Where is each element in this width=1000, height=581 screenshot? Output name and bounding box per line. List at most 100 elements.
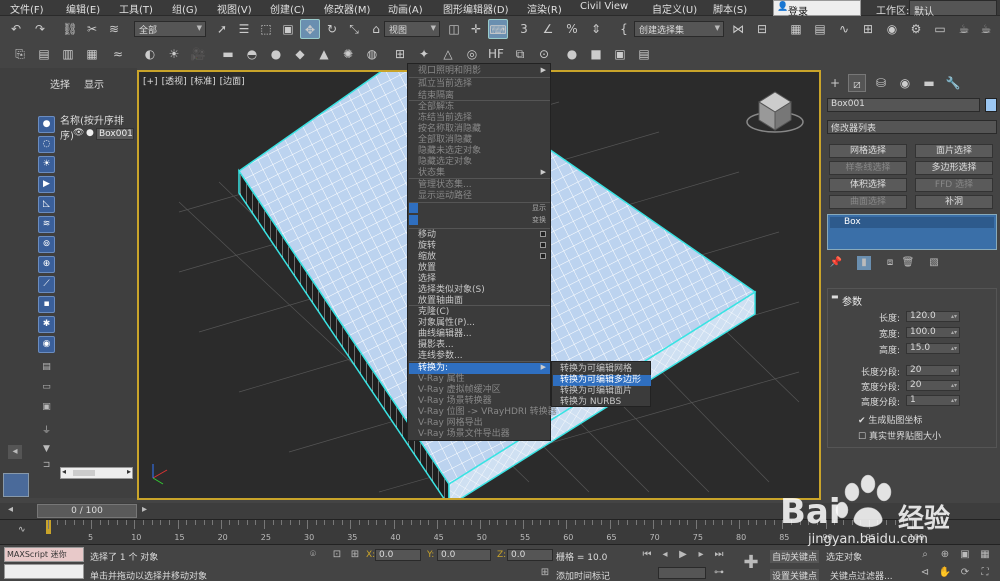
select-by-name-icon[interactable]: ☰	[234, 19, 254, 39]
vray-cube-icon[interactable]: ■	[586, 44, 606, 64]
key-filters-button[interactable]: 关键点过滤器...	[830, 569, 893, 581]
xref-filter-icon[interactable]: ⊕	[38, 256, 55, 273]
selection-lock-icon[interactable]: ⊡	[330, 548, 344, 562]
vray-material-icon[interactable]: ⊙	[534, 44, 554, 64]
generate-mapping-checkbox[interactable]: ✔ 生成贴图坐标	[858, 413, 922, 426]
modifier-button[interactable]: FFD 选择	[915, 178, 993, 192]
spinner-snap-icon[interactable]: ⇕	[586, 19, 606, 39]
width-spinner[interactable]: 100.0	[906, 327, 960, 338]
context-menu-item[interactable]: 隐藏未选定对象	[418, 146, 481, 157]
context-menu-item[interactable]: 状态集	[418, 168, 445, 179]
object-name-field[interactable]: Box001	[827, 98, 980, 112]
hf-icon[interactable]: HF	[486, 44, 506, 64]
play-icon[interactable]: ▶	[676, 548, 690, 562]
menu-create[interactable]: 创建(C)	[270, 1, 305, 16]
material-editor-icon[interactable]: ◉	[882, 19, 902, 39]
isolate-selection-icon[interactable]: ⌾	[306, 548, 320, 562]
menu-file[interactable]: 文件(F)	[10, 1, 44, 16]
context-menu-item[interactable]: 隐藏选定对象	[418, 157, 472, 168]
render-iterative-icon[interactable]: ☕	[976, 19, 996, 39]
pan-icon[interactable]: ✋	[938, 566, 952, 580]
menu-scripting[interactable]: 脚本(S)	[713, 1, 747, 16]
ies-light-icon[interactable]: ◍	[362, 44, 382, 64]
visibility-filter-icon[interactable]: ◉	[38, 336, 55, 353]
keyboard-shortcut-icon[interactable]: ⌨	[488, 19, 508, 39]
add-time-tag[interactable]: 添加时间标记	[556, 569, 610, 581]
list-invert-icon[interactable]: ▣	[38, 400, 55, 417]
helper-filter-icon[interactable]: ◺	[38, 196, 55, 213]
vray-sphere-icon[interactable]: ◎	[462, 44, 482, 64]
context-menu-item[interactable]: 管理状态集...	[418, 180, 472, 191]
bind-spacewarp-icon[interactable]: ≋	[104, 19, 124, 39]
context-menu-item[interactable]: 放置轴曲面	[418, 296, 463, 307]
x-coord-field[interactable]: 0.0	[375, 549, 421, 561]
save-icon[interactable]: ▤	[34, 44, 54, 64]
selected-dropdown[interactable]: 选定对象	[826, 550, 862, 563]
parameters-header[interactable]: 参数	[842, 293, 862, 308]
submenu-item[interactable]: 转换为可编辑面片	[560, 386, 632, 397]
display-layout-icon[interactable]: ▦	[82, 44, 102, 64]
percent-snap-icon[interactable]: %	[562, 19, 582, 39]
redo-icon[interactable]: ↷	[30, 19, 50, 39]
login-dropdown[interactable]: 👤 登录	[773, 0, 861, 18]
go-to-start-icon[interactable]: ⏮	[640, 548, 654, 562]
select-rotate-icon[interactable]: ↻	[322, 19, 342, 39]
hierarchy-tab-icon[interactable]: ⛁	[872, 74, 890, 92]
menu-modifiers[interactable]: 修改器(M)	[324, 1, 370, 16]
unlink-icon[interactable]: ✂	[82, 19, 102, 39]
pin-stack-icon[interactable]: 📌	[829, 256, 843, 270]
current-frame-field[interactable]	[658, 567, 706, 579]
context-menu-item[interactable]: 缩放	[418, 252, 436, 263]
angle-snap-icon[interactable]: ∠	[538, 19, 558, 39]
modifier-button[interactable]: 面片选择	[915, 144, 993, 158]
context-menu-item[interactable]: 结束隔离	[418, 91, 454, 102]
context-menu-item[interactable]: 全部取消隐藏	[418, 135, 472, 146]
explorer-tab-display[interactable]: 显示	[84, 76, 104, 91]
modifier-button[interactable]: 多边形选择	[915, 161, 993, 175]
pivot-center-icon[interactable]: ◫	[444, 19, 464, 39]
context-menu-item[interactable]: V-Ray 位图 -> VRayHDRI 转换器	[418, 407, 557, 418]
time-next-icon[interactable]: ▸	[142, 504, 147, 515]
vray-sphere2-icon[interactable]: ●	[562, 44, 582, 64]
select-move-icon[interactable]: ✥	[300, 19, 320, 39]
funnel-icon[interactable]: ▼	[38, 442, 55, 459]
select-place-icon[interactable]: ⌂	[366, 19, 386, 39]
context-menu-item[interactable]: 显示运动路径	[418, 191, 472, 202]
length-segs-spinner[interactable]: 20	[906, 365, 960, 376]
motion-tab-icon[interactable]: ◉	[896, 74, 914, 92]
vray-settings-icon[interactable]: ▤	[634, 44, 654, 64]
create-tab-icon[interactable]: +	[826, 74, 844, 92]
layer-manager-icon[interactable]: ▦	[786, 19, 806, 39]
height-spinner[interactable]: 15.0	[906, 343, 960, 354]
select-manipulate-icon[interactable]: ✛	[466, 19, 486, 39]
render-frame-icon[interactable]: ▭	[930, 19, 950, 39]
selection-filter-dropdown[interactable]: 全部	[134, 21, 206, 37]
curve-editor-icon[interactable]: ∿	[834, 19, 854, 39]
go-to-end-icon[interactable]: ⏭	[712, 548, 726, 562]
scroll-right-icon[interactable]: ▸	[127, 467, 131, 476]
context-menu-item[interactable]: 按名称取消隐藏	[418, 124, 481, 135]
freeze-dot-icon[interactable]: ●	[86, 128, 94, 138]
menu-tools[interactable]: 工具(T)	[119, 1, 153, 16]
remove-modifier-icon[interactable]: 🗑	[901, 256, 915, 270]
vray-camera-icon[interactable]: 🎥	[188, 44, 208, 64]
set-key-button[interactable]: 设置关键点	[770, 569, 820, 581]
utilities-tab-icon[interactable]: 🔧	[944, 74, 962, 92]
orbit-icon[interactable]: ⟳	[958, 566, 972, 580]
context-menu-item[interactable]: 冻结当前选择	[418, 113, 472, 124]
make-unique-icon[interactable]: ⧈	[883, 256, 897, 270]
display-tab-icon[interactable]: ▬	[920, 74, 938, 92]
align-icon[interactable]: ⊟	[752, 19, 772, 39]
vray-proxy-icon[interactable]: ⊞	[390, 44, 410, 64]
menu-civil-view[interactable]: Civil View	[580, 1, 628, 12]
time-tag-icon[interactable]: ⊞	[538, 566, 552, 580]
shape-filter-icon[interactable]: ◌	[38, 136, 55, 153]
configure-sets-icon[interactable]: ▧	[927, 256, 941, 270]
sphere-light-icon[interactable]: ●	[266, 44, 286, 64]
context-menu-item[interactable]: 视口照明和阴影	[418, 66, 481, 77]
dome-icon[interactable]: ◓	[242, 44, 262, 64]
sun-icon[interactable]: ✺	[338, 44, 358, 64]
modifier-button[interactable]: 补洞	[915, 195, 993, 209]
menu-group[interactable]: 组(G)	[172, 1, 198, 16]
real-world-map-checkbox[interactable]: ☐ 真实世界贴图大小	[858, 429, 941, 442]
